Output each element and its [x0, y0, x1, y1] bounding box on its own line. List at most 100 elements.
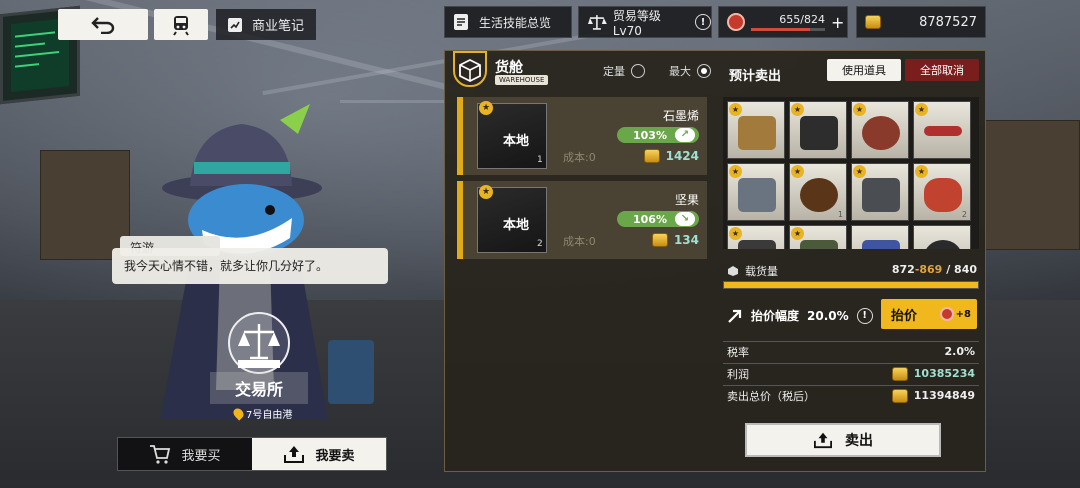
goods-price: 134	[651, 233, 699, 247]
add-stamina-icon[interactable]: +	[831, 13, 844, 32]
star-icon: ★	[791, 227, 804, 240]
radio-fixed[interactable]	[631, 64, 645, 78]
goods-name: 坚果	[674, 193, 699, 207]
cancel-all-button[interactable]: 全部取消	[905, 59, 979, 81]
port-name: 7号自由港	[246, 410, 293, 421]
info-icon[interactable]: !	[695, 14, 711, 30]
exchange-name: 交易所	[210, 372, 308, 404]
trend-up-icon: ↗	[675, 128, 695, 142]
raise-price-button[interactable]: 抬价 +8	[881, 299, 977, 329]
goods-qty: 1	[537, 155, 543, 165]
wood-icon	[738, 116, 776, 150]
price-percent-badge: 106% ↘	[617, 211, 699, 227]
train-icon	[173, 15, 189, 36]
steel-beam-icon	[738, 178, 776, 212]
star-icon: ★	[791, 103, 804, 116]
price-percent-badge: 103% ↗	[617, 127, 699, 143]
stamina-box: 655/824 +	[718, 6, 848, 38]
sell-item-cell[interactable]	[851, 225, 909, 249]
tax-row: 税率 2.0%	[723, 341, 979, 361]
sell-item-cell[interactable]: ★ 2	[913, 163, 971, 221]
sell-item-cell[interactable]: ★	[789, 101, 847, 159]
sell-item-cell[interactable]	[913, 225, 971, 249]
sell-mode-label: 我要卖	[315, 448, 355, 464]
hold-header: 货舱 WAREHOUSE 定量 最大	[445, 51, 715, 95]
stamina-bar	[751, 28, 825, 31]
sell-item-cell[interactable]: ★	[913, 101, 971, 159]
cell-count: 2	[961, 210, 967, 219]
machinery-icon	[738, 240, 776, 249]
sell-item-cell[interactable]: ★	[789, 225, 847, 249]
profit-row: 利润 10385234	[723, 363, 979, 383]
local-tag: 本地	[503, 218, 530, 233]
gold-value: 8787527	[919, 14, 977, 30]
dialogue-bubble: 我今天心情不错，就多让你几分好了。	[112, 248, 388, 284]
gold-coin-icon	[651, 233, 668, 247]
star-icon: ★	[479, 185, 493, 199]
gold-coin-icon	[643, 149, 660, 163]
goods-item[interactable]: ★ 本地 1 石墨烯 成本:0 103% ↗ 1424	[457, 97, 707, 175]
radio-max[interactable]	[697, 64, 711, 78]
profit-value: 10385234	[913, 367, 975, 380]
trade-panel: 货舱 WAREHOUSE 定量 最大 ★ 本地 1 石墨烯 成本:0 103% …	[444, 50, 986, 472]
radio-max-label: 最大	[669, 65, 691, 78]
star-icon: ★	[853, 165, 866, 178]
sell-item-cell[interactable]: ★	[851, 101, 909, 159]
star-icon: ★	[853, 103, 866, 116]
sell-item-cell[interactable]: ★	[727, 225, 785, 249]
cargo-current: 872	[891, 263, 915, 276]
document-icon	[454, 14, 468, 30]
skill-overview-button[interactable]: 生活技能总览	[444, 6, 572, 38]
radio-fixed-label: 定量	[603, 65, 625, 78]
goods-item[interactable]: ★ 本地 2 坚果 成本:0 106% ↘ 134	[457, 181, 707, 259]
goods-price-value: 134	[673, 233, 699, 247]
sell-item-cell[interactable]: ★	[727, 101, 785, 159]
train-button[interactable]	[154, 9, 208, 40]
price-hike-value: 20.0%	[807, 308, 849, 323]
buy-mode-button[interactable]: 我要买	[118, 438, 252, 470]
tax-value: 2.0%	[944, 345, 975, 358]
use-tool-button[interactable]: 使用道具	[827, 59, 901, 81]
tool-icon	[924, 126, 962, 136]
ham-icon	[800, 178, 838, 212]
gold-box: 8787527	[856, 6, 986, 38]
port-location: 7号自由港	[231, 406, 293, 421]
food-plate-icon	[862, 116, 900, 150]
gold-coin-icon	[865, 15, 881, 29]
trend-down-icon: ↘	[675, 212, 695, 226]
lobster-icon	[924, 178, 962, 212]
trade-level-box[interactable]: 贸易等级Lv70 !	[578, 6, 712, 38]
cargo-value: 872-869 / 840	[892, 263, 977, 276]
star-icon: ★	[915, 103, 928, 116]
info-icon[interactable]: !	[856, 307, 873, 324]
sell-item-cell[interactable]: ★	[851, 163, 909, 221]
warehouse-crate	[40, 150, 130, 260]
warehouse-tag: WAREHOUSE	[495, 75, 549, 85]
goods-name: 石墨烯	[662, 109, 699, 123]
sell-button[interactable]: 卖出	[745, 423, 941, 457]
total-label: 卖出总价（税后）	[727, 389, 815, 403]
price-percent: 106%	[633, 212, 667, 226]
tax-label: 税率	[727, 345, 749, 359]
raise-price-cost: +8	[939, 307, 971, 321]
cargo-capacity: 载货量 872-869 / 840	[723, 259, 979, 293]
hold-title: 货舱	[495, 60, 523, 76]
sell-item-cell[interactable]: ★ 1	[789, 163, 847, 221]
back-button[interactable]	[58, 9, 148, 40]
sell-button-label: 卖出	[845, 433, 873, 449]
cargo-max: / 840	[946, 263, 977, 276]
stamina-icon	[939, 307, 954, 321]
local-tag: 本地	[503, 134, 530, 149]
trade-level-label: 贸易等级Lv70	[612, 8, 661, 38]
raise-price-cost-value: +8	[955, 308, 971, 320]
sell-item-cell[interactable]: ★	[727, 163, 785, 221]
price-hike-label-group: 抬价幅度 20.0% !	[727, 307, 873, 324]
sell-header: 预计卖出 使用道具 全部取消	[723, 59, 979, 89]
upload-tray-icon	[814, 432, 832, 449]
star-icon: ★	[729, 103, 742, 116]
sell-mode-button[interactable]: 我要卖	[252, 438, 386, 470]
drone-icon	[800, 116, 838, 150]
business-notes-button[interactable]: 商业笔记	[216, 9, 316, 40]
cargo-after: -869	[914, 263, 943, 276]
trend-up-arrow-icon	[728, 309, 742, 323]
